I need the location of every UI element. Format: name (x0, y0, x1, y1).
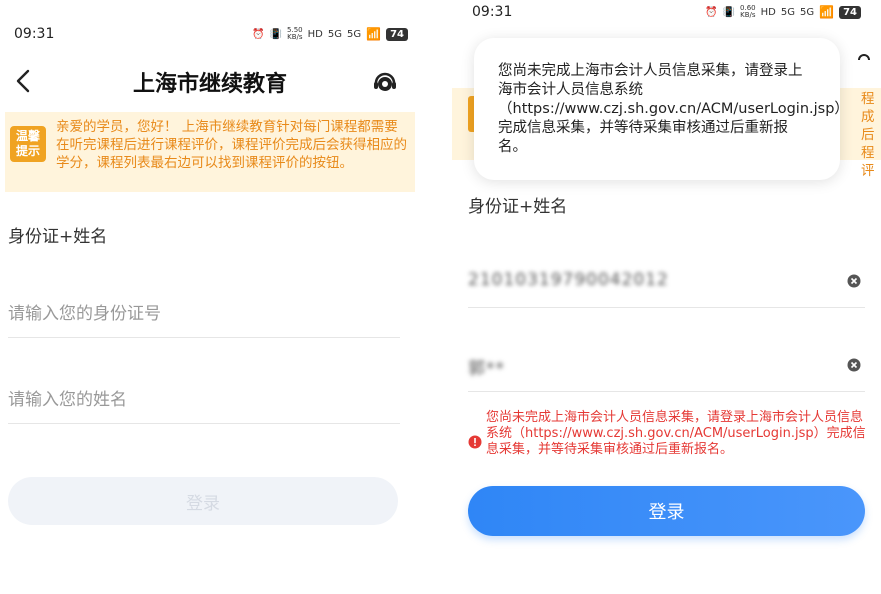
name-input[interactable] (8, 376, 400, 423)
status-bar: 09:31 ⏰ 📳 5.50 KB/s HD 5G 5G 📶 74 (0, 22, 420, 46)
login-button-disabled[interactable]: 登录 (8, 477, 398, 525)
toast-message: 您尚未完成上海市会计人员信息采集，请登录上海市会计人员信息系统（https://… (474, 38, 849, 180)
status-time: 09:31 (472, 4, 513, 20)
notice-text: 亲爱的学员，您好！ 上海市继续教育针对每门课程都需要在听完课程后进行课程评价，课… (56, 119, 407, 171)
battery-icon: 74 (386, 27, 408, 41)
notice-text-fragment: 程 成后 程评 (861, 91, 875, 179)
alarm-icon: ⏰ (252, 28, 265, 40)
section-label: 身份证+姓名 (468, 197, 568, 217)
signal-icon-1: 5G (327, 28, 342, 40)
page-title: 上海市继续教育 (132, 72, 287, 97)
nav-bar: 上海市继续教育 (0, 60, 420, 104)
error-icon (468, 435, 482, 449)
clear-icon[interactable] (847, 358, 861, 372)
id-number-value: 21010319790042012 (468, 270, 669, 290)
error-message: 您尚未完成上海市会计人员信息采集，请登录上海市会计人员信息系统（https://… (468, 410, 867, 458)
left-screen: 09:31 ⏰ 📳 5.50 KB/s HD 5G 5G 📶 74 上海市继续教育… (0, 0, 420, 594)
clear-icon[interactable] (847, 274, 861, 288)
notice-banner: 温馨 提示 亲爱的学员，您好！ 上海市继续教育针对每门课程都需要在听完课程后进行… (5, 112, 415, 192)
status-icons: ⏰ 📳 0.60 KB/s HD 5G 5G 📶 74 (705, 5, 861, 19)
id-number-field (8, 290, 400, 338)
vibrate-icon: 📳 (722, 6, 736, 18)
wifi-icon: 📶 (366, 27, 382, 41)
customer-service-headset-icon[interactable] (372, 69, 398, 95)
login-button[interactable]: 登录 (468, 486, 865, 536)
right-screen: 09:31 ⏰ 📳 0.60 KB/s HD 5G 5G 📶 74 程 成后 程评… (452, 0, 881, 594)
name-value: 郭** (468, 359, 505, 379)
name-field[interactable]: 郭** (468, 340, 865, 392)
id-number-field[interactable]: 21010319790042012 (468, 256, 865, 308)
vibrate-icon: 📳 (269, 28, 283, 40)
error-text: 您尚未完成上海市会计人员信息采集，请登录上海市会计人员信息系统（https://… (486, 410, 866, 457)
hd-icon: HD (307, 28, 323, 40)
signal-icon-2: 5G (800, 6, 815, 18)
name-field (8, 376, 400, 424)
wifi-icon: 📶 (819, 5, 835, 19)
status-time: 09:31 (14, 26, 55, 42)
signal-icon-1: 5G (780, 6, 795, 18)
net-speed: 5.50 KB/s (287, 26, 303, 41)
status-bar: 09:31 ⏰ 📳 0.60 KB/s HD 5G 5G 📶 74 (452, 0, 881, 24)
alarm-icon: ⏰ (705, 6, 718, 18)
battery-icon: 74 (839, 5, 861, 19)
customer-service-headset-icon[interactable] (857, 52, 871, 66)
hd-icon: HD (760, 6, 776, 18)
id-number-input[interactable] (8, 290, 400, 337)
section-label: 身份证+姓名 (8, 227, 108, 247)
net-speed: 0.60 KB/s (740, 4, 756, 19)
notice-badge: 温馨 提示 (10, 126, 46, 162)
status-icons: ⏰ 📳 5.50 KB/s HD 5G 5G 📶 74 (252, 27, 408, 41)
signal-icon-2: 5G (347, 28, 362, 40)
